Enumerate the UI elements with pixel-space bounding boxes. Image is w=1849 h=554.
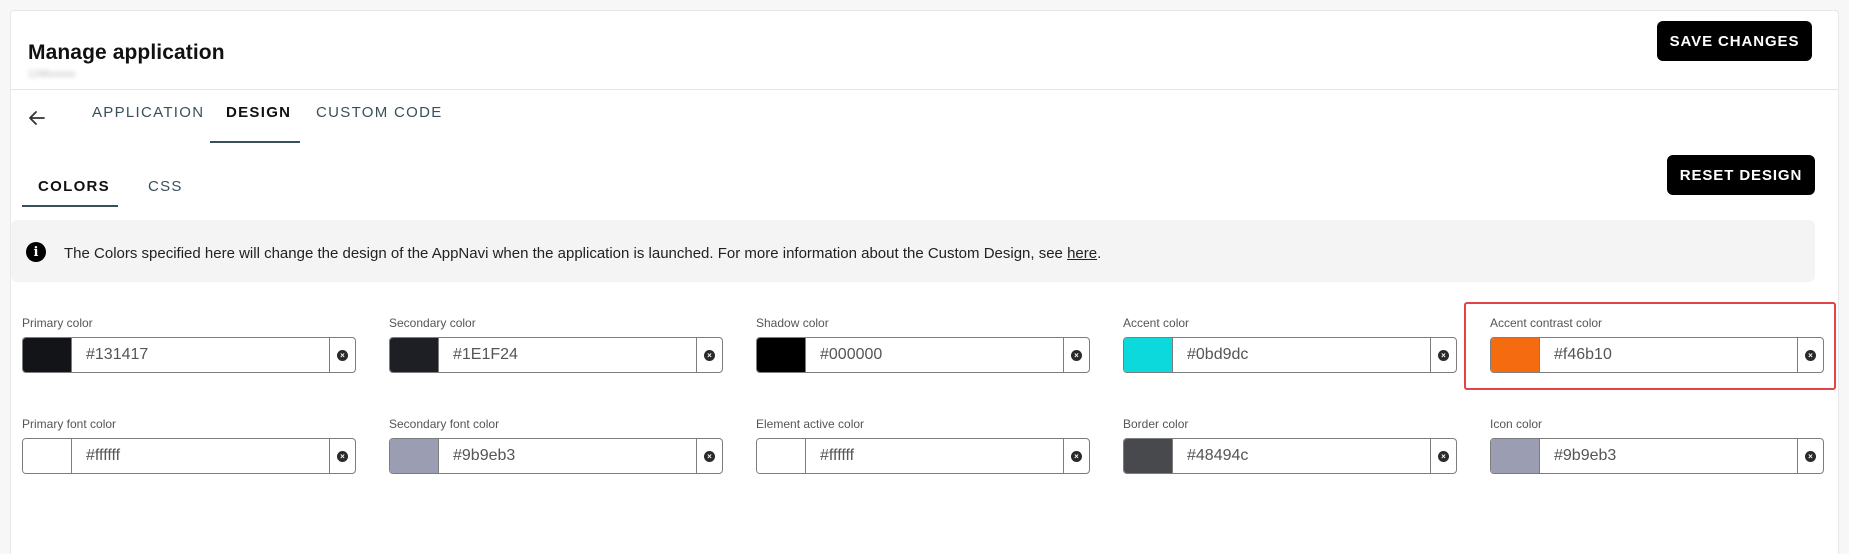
tab-design-underline: [210, 141, 300, 143]
clear-icon: ×: [1805, 450, 1816, 462]
clear-icon: ×: [704, 349, 715, 361]
accent-color-clear-button[interactable]: ×: [1431, 338, 1456, 372]
info-message: The Colors specified here will change th…: [64, 245, 1068, 262]
element-active-color-label: Element active color: [756, 417, 865, 431]
primary-color-label: Primary color: [22, 316, 93, 330]
clear-icon: ×: [1071, 450, 1082, 462]
accent-contrast-color-field: ×: [1490, 337, 1824, 373]
secondary-color-clear-button[interactable]: ×: [697, 338, 722, 372]
accent-color-field: ×: [1123, 337, 1457, 373]
primary-font-color-swatch[interactable]: [23, 439, 72, 473]
secondary-font-color-clear-button[interactable]: ×: [697, 439, 722, 473]
element-active-color-clear-button[interactable]: ×: [1064, 439, 1089, 473]
secondary-color-input[interactable]: [439, 338, 697, 372]
accent-contrast-color-input[interactable]: [1540, 338, 1798, 372]
clear-icon: ×: [1071, 349, 1082, 361]
primary-font-color-label: Primary font color: [22, 417, 117, 431]
secondary-font-color-label: Secondary font color: [389, 417, 500, 431]
shadow-color-input[interactable]: [806, 338, 1064, 372]
accent-color-swatch[interactable]: [1124, 338, 1173, 372]
secondary-font-color-swatch[interactable]: [390, 439, 439, 473]
info-suffix: .: [1097, 245, 1102, 262]
border-color-swatch[interactable]: [1124, 439, 1173, 473]
icon-color-input[interactable]: [1540, 439, 1798, 473]
accent-contrast-color-swatch[interactable]: [1491, 338, 1540, 372]
element-active-color-field: ×: [756, 438, 1090, 474]
page-header: Manage application 1286xxxxx: [11, 11, 1838, 90]
info-text: The Colors specified here will change th…: [64, 245, 1101, 262]
border-color-field: ×: [1123, 438, 1457, 474]
border-color-clear-button[interactable]: ×: [1431, 439, 1456, 473]
icon-color-field: ×: [1490, 438, 1824, 474]
icon-color-label: Icon color: [1490, 417, 1543, 431]
primary-color-clear-button[interactable]: ×: [330, 338, 355, 372]
shadow-color-clear-button[interactable]: ×: [1064, 338, 1089, 372]
element-active-color-input[interactable]: [806, 439, 1064, 473]
shadow-color-label: Shadow color: [756, 316, 829, 330]
clear-icon: ×: [1438, 450, 1449, 462]
clear-icon: ×: [337, 349, 348, 361]
secondary-font-color-field: ×: [389, 438, 723, 474]
clear-icon: ×: [1805, 349, 1816, 361]
primary-color-swatch[interactable]: [23, 338, 72, 372]
border-color-input[interactable]: [1173, 439, 1431, 473]
reset-design-button[interactable]: RESET DESIGN: [1667, 155, 1815, 195]
info-here-link[interactable]: here: [1067, 245, 1097, 262]
primary-color-input[interactable]: [72, 338, 330, 372]
tab-application[interactable]: APPLICATION: [92, 104, 204, 121]
clear-icon: ×: [704, 450, 715, 462]
primary-font-color-field: ×: [22, 438, 356, 474]
accent-color-input[interactable]: [1173, 338, 1431, 372]
secondary-color-swatch[interactable]: [390, 338, 439, 372]
accent-contrast-color-label: Accent contrast color: [1490, 316, 1603, 330]
tab-design[interactable]: DESIGN: [226, 104, 291, 121]
element-active-color-swatch[interactable]: [757, 439, 806, 473]
accent-color-label: Accent color: [1123, 316, 1190, 330]
border-color-label: Border color: [1123, 417, 1189, 431]
icon-color-clear-button[interactable]: ×: [1798, 439, 1823, 473]
subtab-colors[interactable]: COLORS: [38, 178, 110, 195]
page-title: Manage application: [28, 41, 225, 64]
primary-font-color-clear-button[interactable]: ×: [330, 439, 355, 473]
shadow-color-field: ×: [756, 337, 1090, 373]
clear-icon: ×: [1438, 349, 1449, 361]
accent-contrast-color-clear-button[interactable]: ×: [1798, 338, 1823, 372]
clear-icon: ×: [337, 450, 348, 462]
tab-custom-code[interactable]: CUSTOM CODE: [316, 104, 443, 121]
shadow-color-swatch[interactable]: [757, 338, 806, 372]
info-icon: i: [26, 242, 46, 262]
page-subtitle: 1286xxxxx: [28, 69, 76, 80]
back-arrow-icon[interactable]: [26, 107, 48, 129]
subtab-css[interactable]: CSS: [148, 178, 183, 195]
save-changes-button[interactable]: SAVE CHANGES: [1657, 21, 1812, 61]
primary-color-field: ×: [22, 337, 356, 373]
icon-color-swatch[interactable]: [1491, 439, 1540, 473]
subtab-colors-underline: [22, 205, 118, 207]
secondary-color-field: ×: [389, 337, 723, 373]
secondary-color-label: Secondary color: [389, 316, 476, 330]
primary-font-color-input[interactable]: [72, 439, 330, 473]
secondary-font-color-input[interactable]: [439, 439, 697, 473]
